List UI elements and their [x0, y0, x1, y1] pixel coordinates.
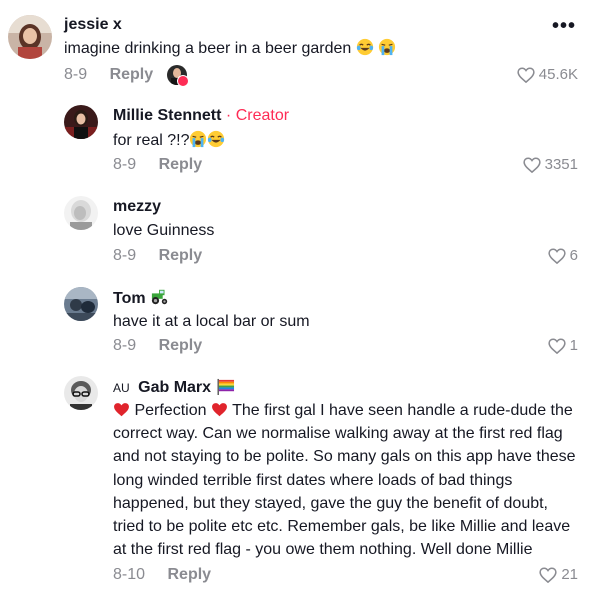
comment-date: 8-9: [113, 337, 137, 354]
like-count: 3351: [544, 156, 578, 173]
comment-text: Perfection The first gal I have seen han…: [113, 399, 583, 561]
like-count: 1: [569, 337, 578, 354]
username: Tom: [113, 288, 170, 309]
like-count: 6: [569, 247, 578, 264]
username: Millie Stennett · Creator: [113, 106, 289, 126]
heart-badge-icon: [177, 75, 189, 87]
heart-outline-icon: [548, 338, 566, 354]
tractor-emoji: [151, 289, 168, 305]
rainbow-flag-emoji: [217, 378, 234, 395]
username-text[interactable]: Tom: [113, 290, 146, 307]
username-text[interactable]: Gab Marx: [138, 379, 211, 396]
comment-text-part1: Perfection: [134, 402, 207, 419]
like-count: 45.6K: [538, 66, 578, 83]
heart-outline-icon: [522, 157, 541, 173]
comment-date: 8-9: [64, 66, 88, 83]
creator-badge: · Creator: [226, 107, 289, 124]
more-options-icon[interactable]: •••: [552, 16, 576, 36]
like-button[interactable]: 3351: [522, 155, 578, 175]
heart-outline-icon: [548, 248, 566, 264]
comment-meta: 8-9 Reply: [113, 336, 202, 356]
loudly-crying-emoji: [190, 130, 207, 148]
comment-text: love Guinness: [113, 222, 215, 239]
comment-meta: 8-9 Reply: [64, 65, 153, 85]
comment-meta: 8-9 Reply: [113, 246, 202, 266]
heart-outline-icon: [517, 67, 535, 83]
red-heart-emoji: [114, 403, 129, 417]
comment-date: 8-9: [113, 247, 137, 264]
username-text[interactable]: Millie Stennett: [113, 107, 221, 124]
creator-separator: ·: [225, 107, 232, 124]
reply-button[interactable]: Reply: [159, 337, 203, 354]
username[interactable]: jessie x: [64, 15, 122, 35]
laughing-crying-emoji: [208, 130, 225, 148]
comment-text-content: for real ?!?: [113, 132, 190, 149]
comment-text: have it at a local bar or sum: [113, 313, 310, 330]
avatar[interactable]: [64, 105, 98, 139]
reply-button[interactable]: Reply: [159, 156, 203, 173]
comment-date: 8-10: [113, 566, 146, 583]
like-button[interactable]: 6: [548, 246, 578, 266]
username: AU Gab Marx: [113, 378, 236, 398]
username[interactable]: mezzy: [113, 197, 161, 217]
like-button[interactable]: 45.6K: [517, 65, 578, 85]
comment-text-content: imagine drinking a beer in a beer garden: [64, 40, 352, 57]
reply-button[interactable]: Reply: [110, 66, 154, 83]
laughing-crying-emoji: [356, 38, 373, 56]
reply-button[interactable]: Reply: [159, 247, 203, 264]
loudly-crying-emoji: [379, 38, 396, 56]
red-heart-emoji: [212, 403, 227, 417]
like-button[interactable]: 21: [539, 565, 578, 585]
like-count: 21: [561, 566, 578, 583]
username-prefix: AU: [113, 381, 130, 395]
avatar[interactable]: [64, 376, 98, 410]
reply-button[interactable]: Reply: [167, 566, 211, 583]
avatar[interactable]: [64, 287, 98, 321]
comment-date: 8-9: [113, 156, 137, 173]
avatar[interactable]: [64, 196, 98, 230]
comment-meta: 8-9 Reply: [113, 155, 202, 175]
creator-label: Creator: [235, 107, 290, 124]
like-button[interactable]: 1: [548, 336, 578, 356]
comment-text: imagine drinking a beer in a beer garden: [64, 37, 396, 60]
comment-text-part2: The first gal I have seen handle a rude-…: [113, 402, 576, 559]
comment-meta: 8-10 Reply: [113, 565, 211, 585]
comment-text: for real ?!?: [113, 129, 225, 152]
heart-outline-icon: [539, 567, 557, 583]
avatar[interactable]: [8, 15, 52, 59]
